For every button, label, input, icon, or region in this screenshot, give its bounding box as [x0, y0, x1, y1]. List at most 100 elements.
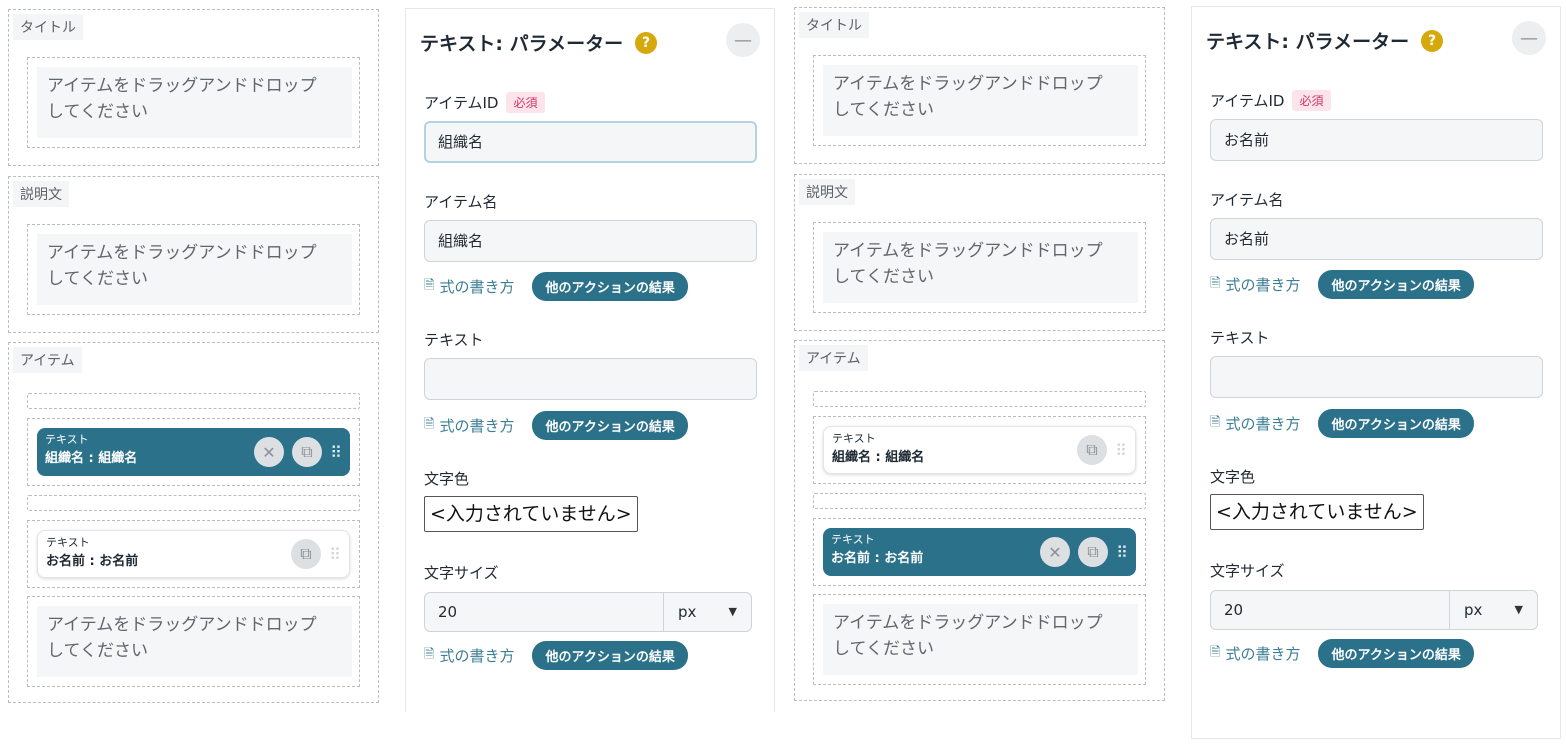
required-badge: 必須	[506, 92, 545, 113]
formula-help-link[interactable]: 🗎 式の書き方	[1210, 413, 1300, 435]
font-size-input[interactable]: 20	[424, 592, 664, 632]
item-card-organization[interactable]: テキスト 組織名 : 組織名 ✕ ⧉ ⠿	[37, 428, 350, 476]
drop-placeholder: アイテムをドラッグアンドドロップ してください	[823, 232, 1138, 303]
item-card-name[interactable]: テキスト お名前 : お名前 ✕ ⧉ ⠿	[823, 528, 1136, 576]
card-actions: ✕ ⧉ ⠿	[1040, 537, 1128, 567]
required-badge: 必須	[1292, 90, 1331, 111]
section-label-description: 説明文	[799, 179, 855, 205]
font-size-unit-select[interactable]: px ▼	[664, 592, 752, 632]
font-size-row: 20 px ▼	[1210, 590, 1538, 630]
font-size-unit-select[interactable]: px ▼	[1450, 590, 1538, 630]
action-result-button[interactable]: 他のアクションの結果	[532, 411, 688, 440]
drop-slot[interactable]	[27, 495, 360, 511]
drop-slot[interactable]	[27, 393, 360, 409]
text-helpers: 🗎 式の書き方 他のアクションの結果	[1210, 409, 1474, 438]
duplicate-icon[interactable]: ⧉	[291, 539, 321, 569]
drop-placeholder: アイテムをドラッグアンドドロップ してください	[823, 65, 1138, 136]
text-input[interactable]	[424, 358, 757, 400]
drop-slot[interactable]	[813, 391, 1146, 407]
item-card-name[interactable]: テキスト お名前 : お名前 ⧉ ⠿	[37, 530, 350, 578]
drag-handle-icon[interactable]: ⠿	[329, 545, 341, 564]
form-builder-a: タイトル アイテムをドラッグアンドドロップ してください 説明文 アイテムをドラ…	[8, 9, 379, 703]
parameter-panel-a: テキスト: パラメーター ? — アイテムID 必須 組織名 アイテム名 組織名…	[405, 8, 775, 712]
title-drop-zone[interactable]: アイテムをドラッグアンドドロップ してください	[27, 57, 360, 148]
text-input[interactable]	[1210, 356, 1543, 398]
drop-placeholder: アイテムをドラッグアンドドロップ してください	[823, 604, 1138, 675]
title-section: タイトル アイテムをドラッグアンドドロップ してください	[8, 9, 379, 166]
document-icon: 🗎	[424, 277, 435, 293]
panel-header: テキスト: パラメーター ?	[420, 29, 658, 56]
item-name-label: アイテム名	[1210, 191, 1284, 209]
description-section: 説明文 アイテムをドラッグアンドドロップ してください	[8, 176, 379, 333]
parameter-panel-b: テキスト: パラメーター ? — アイテムID 必須 お名前 アイテム名 お名前…	[1191, 6, 1561, 739]
text-color-picker[interactable]: <入力されていません>	[424, 496, 638, 532]
document-icon: 🗎	[1210, 275, 1221, 291]
section-label-title: タイトル	[799, 12, 869, 38]
duplicate-icon[interactable]: ⧉	[1077, 435, 1107, 465]
items-drop-zone[interactable]: アイテムをドラッグアンドドロップ してください	[27, 596, 360, 687]
delete-icon[interactable]: ✕	[1040, 537, 1070, 567]
document-icon: 🗎	[1210, 414, 1221, 430]
duplicate-icon[interactable]: ⧉	[1078, 537, 1108, 567]
formula-help-link[interactable]: 🗎 式の書き方	[424, 645, 514, 667]
link-text: 式の書き方	[1225, 415, 1301, 433]
description-drop-zone[interactable]: アイテムをドラッグアンドドロップ してください	[27, 224, 360, 315]
item-wrap: テキスト 組織名 : 組織名 ⧉ ⠿	[813, 416, 1146, 484]
card-actions: ✕ ⧉ ⠿	[254, 437, 342, 467]
help-icon[interactable]: ?	[1421, 29, 1444, 52]
link-text: 式の書き方	[1225, 276, 1301, 294]
help-icon[interactable]: ?	[635, 31, 658, 54]
item-wrap: テキスト お名前 : お名前 ⧉ ⠿	[27, 520, 360, 588]
item-card-organization[interactable]: テキスト 組織名 : 組織名 ⧉ ⠿	[823, 426, 1136, 474]
item-name-input[interactable]: 組織名	[424, 220, 757, 262]
formula-help-link[interactable]: 🗎 式の書き方	[424, 276, 514, 298]
drag-handle-icon[interactable]: ⠿	[1116, 543, 1128, 562]
formula-help-link[interactable]: 🗎 式の書き方	[1210, 274, 1300, 296]
action-result-button[interactable]: 他のアクションの結果	[532, 641, 688, 670]
item-wrap: テキスト 組織名 : 組織名 ✕ ⧉ ⠿	[27, 418, 360, 486]
text-color-picker[interactable]: <入力されていません>	[1210, 494, 1424, 530]
formula-help-link[interactable]: 🗎 式の書き方	[1210, 643, 1300, 665]
item-name-input[interactable]: お名前	[1210, 218, 1543, 260]
item-id-input[interactable]: お名前	[1210, 119, 1543, 161]
action-result-button[interactable]: 他のアクションの結果	[532, 272, 688, 301]
font-size-input[interactable]: 20	[1210, 590, 1450, 630]
title-drop-zone[interactable]: アイテムをドラッグアンドドロップ してください	[813, 55, 1146, 146]
panel-header: テキスト: パラメーター ?	[1206, 27, 1444, 54]
items-drop-zone[interactable]: アイテムをドラッグアンドドロップ してください	[813, 594, 1146, 685]
item-id-input[interactable]: 組織名	[424, 121, 757, 163]
card-actions: ⧉ ⠿	[291, 539, 341, 569]
unit-value: px	[1464, 601, 1483, 619]
chevron-down-icon: ▼	[1514, 603, 1523, 616]
text-label: テキスト	[1210, 329, 1270, 347]
formula-help-link[interactable]: 🗎 式の書き方	[424, 415, 514, 437]
link-text: 式の書き方	[1225, 645, 1301, 663]
drag-handle-icon[interactable]: ⠿	[1115, 441, 1127, 460]
delete-icon[interactable]: ✕	[254, 437, 284, 467]
action-result-button[interactable]: 他のアクションの結果	[1318, 409, 1474, 438]
drag-handle-icon[interactable]: ⠿	[330, 443, 342, 462]
form-builder-b: タイトル アイテムをドラッグアンドドロップ してください 説明文 アイテムをドラ…	[794, 7, 1165, 701]
description-drop-zone[interactable]: アイテムをドラッグアンドドロップ してください	[813, 222, 1146, 313]
item-id-label: アイテムID 必須	[1210, 90, 1331, 111]
drop-slot[interactable]	[813, 493, 1146, 509]
description-section: 説明文 アイテムをドラッグアンドドロップ してください	[794, 174, 1165, 331]
font-size-helpers: 🗎 式の書き方 他のアクションの結果	[1210, 639, 1474, 668]
item-name-helpers: 🗎 式の書き方 他のアクションの結果	[424, 272, 688, 301]
action-result-button[interactable]: 他のアクションの結果	[1318, 270, 1474, 299]
document-icon: 🗎	[424, 646, 435, 662]
action-result-button[interactable]: 他のアクションの結果	[1318, 639, 1474, 668]
text-color-label: 文字色	[424, 470, 470, 488]
duplicate-icon[interactable]: ⧉	[292, 437, 322, 467]
document-icon: 🗎	[424, 416, 435, 432]
items-section: アイテム テキスト 組織名 : 組織名 ⧉ ⠿ テキスト お名前 : お名前 ✕…	[794, 340, 1165, 701]
collapse-icon[interactable]: —	[1512, 21, 1546, 55]
label-text: アイテムID	[1210, 92, 1285, 110]
section-label-items: アイテム	[799, 345, 868, 371]
panel-title: テキスト: パラメーター	[1206, 31, 1410, 53]
panel-title: テキスト: パラメーター	[420, 33, 624, 55]
item-wrap: テキスト お名前 : お名前 ✕ ⧉ ⠿	[813, 518, 1146, 586]
item-name-label: アイテム名	[424, 193, 498, 211]
collapse-icon[interactable]: —	[726, 23, 760, 57]
drop-placeholder: アイテムをドラッグアンドドロップ してください	[37, 67, 352, 138]
